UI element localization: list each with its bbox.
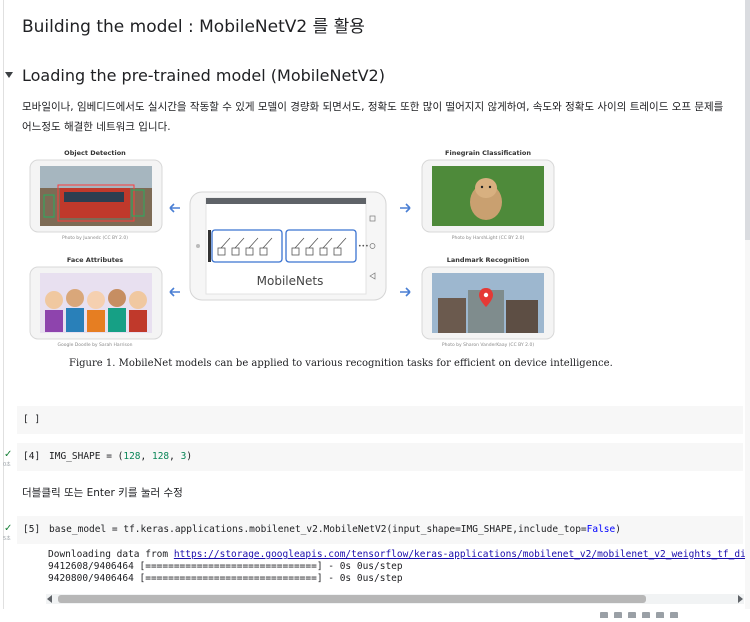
arrow-left-icon xyxy=(169,203,180,213)
check-icon: ✓ xyxy=(4,523,13,534)
figure-caption: Figure 1. MobileNet models can be applie… xyxy=(69,358,613,369)
figure-credit-3: Google Doodle by Sarah Harrison xyxy=(58,342,133,348)
markdown-edit-hint[interactable]: 더블클릭 또는 Enter 키를 눌러 수정 xyxy=(22,485,183,500)
cell4-code[interactable]: IMG_SHAPE = (128, 128, 3) xyxy=(49,451,192,462)
vertical-scrollbar[interactable] xyxy=(745,0,750,609)
code-cell-empty[interactable]: [ ] xyxy=(17,406,743,434)
arrow-right-icon xyxy=(400,287,411,297)
cell-prompt[interactable]: [5] xyxy=(23,524,40,535)
notebook-left-rule xyxy=(3,0,4,609)
arrow-right-icon[interactable] xyxy=(738,595,743,603)
collapse-caret-icon[interactable] xyxy=(5,72,13,78)
output-line-download: Downloading data from https://storage.go… xyxy=(48,549,745,560)
figure-label-landmark: Landmark Recognition xyxy=(447,256,530,264)
cell-toolbar[interactable] xyxy=(600,603,750,618)
scrollbar-thumb[interactable] xyxy=(58,595,646,603)
vertical-scrollbar-thumb[interactable] xyxy=(745,0,750,240)
figure-label-face: Face Attributes xyxy=(67,256,123,264)
code-cell-5[interactable]: [5] base_model = tf.keras.applications.m… xyxy=(17,516,743,544)
check-icon: ✓ xyxy=(4,449,13,460)
svg-text:•••: ••• xyxy=(358,243,369,250)
download-link[interactable]: https://storage.googleapis.com/tensorflo… xyxy=(174,549,745,560)
arrow-left-icon[interactable] xyxy=(47,595,52,603)
code-cell-4[interactable]: [4] IMG_SHAPE = (128, 128, 3) xyxy=(17,443,743,471)
figure-credit-2: Photo by HarshLight (CC BY 2.0) xyxy=(452,235,525,241)
cell-prompt[interactable]: [4] xyxy=(23,451,40,462)
cell5-code[interactable]: base_model = tf.keras.applications.mobil… xyxy=(49,524,621,535)
output-line-progress-2: 9420800/9406464 [=======================… xyxy=(48,573,403,584)
figure-label-finegrain: Finegrain Classification xyxy=(445,149,531,157)
figure-credit-4: Photo by Sharon VanderKaay (CC BY 2.0) xyxy=(442,342,534,348)
figure-credit-1: Photo by Juanedc (CC BY 2.0) xyxy=(62,235,128,241)
figure-center-label: MobileNets xyxy=(257,274,324,288)
cell4-exec-time: 0초 xyxy=(3,462,11,468)
output-line-progress-1: 9412608/9406464 [=======================… xyxy=(48,561,403,572)
mobilenet-figure: Object Detection Photo by Juanedc (CC BY… xyxy=(20,140,580,380)
cell-prompt[interactable]: [ ] xyxy=(23,414,40,425)
cell5-exec-time: 5초 xyxy=(3,536,11,542)
arrow-right-icon xyxy=(400,203,411,213)
heading-section: Loading the pre-trained model (MobileNet… xyxy=(22,66,385,85)
arrow-left-icon xyxy=(169,287,180,297)
figure-label-object-detection: Object Detection xyxy=(64,149,126,157)
description-text: 모바일이나, 임베디드에서도 실시간을 작동할 수 있게 모델이 경량화 되면서… xyxy=(22,101,724,133)
heading-main: Building the model : MobileNetV2 를 활용 xyxy=(22,17,365,37)
